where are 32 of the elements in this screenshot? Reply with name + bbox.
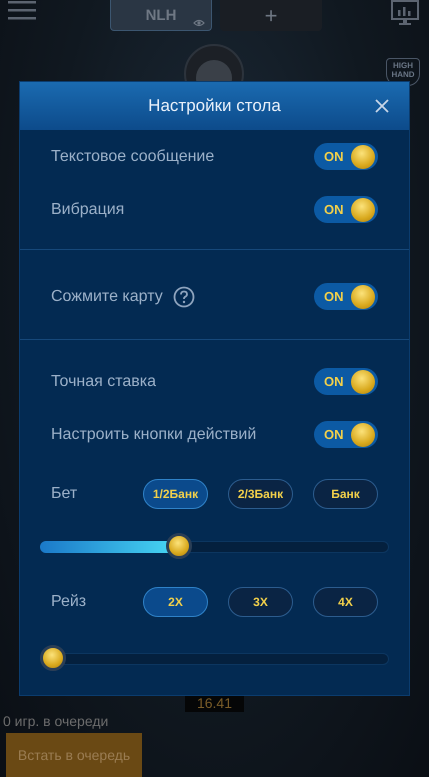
setting-label: Сожмите карту [51,288,163,306]
queue-text: 0 игр. в очереди [3,713,108,729]
toggle-switch[interactable]: ON [314,283,378,310]
slider[interactable] [40,645,389,673]
setting-label: Настроить кнопки действий [51,426,256,444]
toggle-switch[interactable]: ON [314,368,378,395]
pot-amount: 16.41 [184,695,244,712]
setting-label: Точная ставка [51,372,156,390]
close-icon[interactable] [375,99,389,113]
help-icon[interactable] [172,286,195,308]
slider-thumb[interactable] [166,533,192,559]
toggle-switch[interactable]: ON [314,143,378,170]
setting-label: Вибрация [51,200,124,218]
table-tab[interactable]: + [220,0,322,31]
slider[interactable] [40,533,389,561]
eye-icon [193,19,205,27]
preset-button[interactable]: Банк [313,479,378,509]
preset-button[interactable]: 3X [228,587,293,617]
preset-button[interactable]: 2/3Банк [228,479,293,509]
toggle-switch[interactable]: ON [314,421,378,448]
preset-button[interactable]: 4X [313,587,378,617]
menu-icon[interactable] [8,0,36,20]
table-tab[interactable]: NLH [110,0,212,31]
preset-button[interactable]: 2X [143,587,208,617]
slider-thumb[interactable] [40,645,66,671]
preset-label: Бет [51,485,78,503]
chart-icon[interactable] [391,0,419,26]
setting-label: Текстовое сообщение [51,148,214,166]
toggle-switch[interactable]: ON [314,196,378,223]
preset-label: Рейз [51,593,88,611]
preset-button[interactable]: 1/2Банк [143,479,208,509]
dialog-title: Настройки стола [148,96,281,116]
